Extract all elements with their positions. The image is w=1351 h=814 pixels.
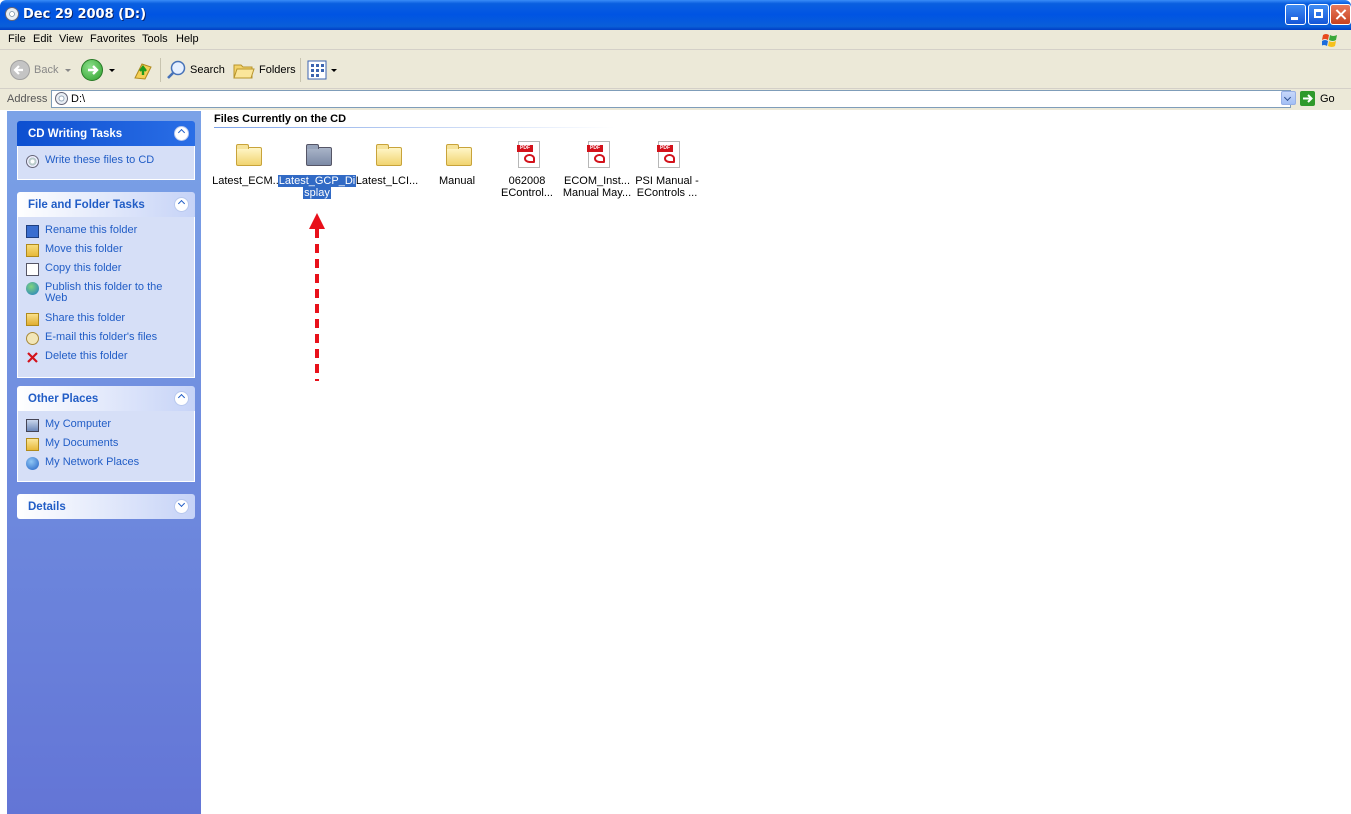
address-bar: Address D:\ Go	[0, 89, 1351, 110]
forward-dropdown-icon[interactable]	[109, 69, 115, 72]
panel-header[interactable]: Other Places	[17, 386, 195, 411]
menu-bar: File Edit View Favorites Tools Help	[0, 30, 1351, 50]
menu-favorites[interactable]: Favorites	[90, 33, 135, 45]
panel-title: File and Folder Tasks	[28, 199, 145, 211]
file-item-folder[interactable]: Manual	[422, 141, 492, 201]
group-header: Files Currently on the CD	[214, 113, 347, 125]
pdf-icon: PDF	[587, 141, 610, 168]
network-icon	[26, 457, 39, 470]
delete-x-icon	[27, 352, 38, 363]
back-dropdown-icon[interactable]	[65, 69, 71, 72]
group-divider	[214, 127, 614, 128]
computer-icon	[26, 419, 39, 432]
folders-icon[interactable]	[232, 59, 256, 81]
move-folder-icon	[26, 244, 39, 257]
search-icon[interactable]	[166, 59, 188, 81]
explorer-window: Dec 29 2008 (D:) File Edit View Favorite…	[0, 0, 1351, 814]
folders-button[interactable]: Folders	[259, 64, 296, 76]
panel-title: CD Writing Tasks	[28, 128, 123, 140]
forward-arrow-icon[interactable]	[81, 59, 103, 81]
back-arrow-icon[interactable]	[10, 60, 30, 80]
up-folder-icon[interactable]	[132, 59, 154, 81]
windows-logo-icon	[1322, 34, 1337, 47]
go-arrow-icon[interactable]	[1300, 91, 1315, 106]
menu-help[interactable]: Help	[176, 33, 199, 45]
title-bar[interactable]: Dec 29 2008 (D:)	[0, 0, 1351, 30]
folder-icon	[446, 144, 472, 166]
views-icon[interactable]	[306, 59, 328, 81]
cd-drive-icon	[55, 92, 68, 105]
share-folder-icon	[26, 313, 39, 326]
file-item-folder[interactable]: Latest_LCI...	[352, 141, 422, 201]
copy-icon	[26, 263, 39, 276]
file-list-pane[interactable]: Files Currently on the CD Latest_ECM... …	[207, 111, 1351, 814]
cd-drive-icon	[5, 7, 19, 21]
go-button[interactable]: Go	[1320, 93, 1335, 105]
file-item-pdf[interactable]: PDF 062008 EControl...	[492, 141, 562, 201]
address-label: Address	[7, 93, 48, 105]
maximize-button[interactable]	[1308, 4, 1329, 25]
panel-title: Other Places	[28, 393, 99, 405]
menu-edit[interactable]: Edit	[33, 33, 52, 45]
other-places-panel: Other Places My Computer My Documents My…	[17, 386, 195, 482]
collapse-chevron-icon[interactable]	[174, 391, 189, 406]
folder-icon	[376, 144, 402, 166]
expand-chevron-icon[interactable]	[174, 499, 189, 514]
panel-header[interactable]: Details	[17, 494, 195, 519]
collapse-chevron-icon[interactable]	[174, 197, 189, 212]
documents-folder-icon	[26, 438, 39, 451]
file-folder-tasks-panel: File and Folder Tasks Rename this folder…	[17, 192, 195, 378]
panel-body: My Computer My Documents My Network Plac…	[17, 411, 195, 482]
file-item-folder-selected[interactable]: Latest_GCP_Di splay	[277, 141, 357, 201]
menu-view[interactable]: View	[59, 33, 83, 45]
file-item-pdf[interactable]: PDF PSI Manual - EControls ...	[632, 141, 702, 201]
address-input[interactable]: D:\	[51, 90, 1291, 108]
window-title: Dec 29 2008 (D:)	[23, 7, 147, 22]
file-item-folder[interactable]: Latest_ECM...	[212, 141, 282, 201]
folder-icon	[236, 144, 262, 166]
panel-title: Details	[28, 501, 66, 513]
cd-writing-tasks-panel: CD Writing Tasks Write these files to CD	[17, 121, 195, 180]
address-value: D:\	[71, 93, 86, 105]
globe-icon	[26, 282, 39, 295]
toolbar-separator	[160, 58, 161, 82]
chevron-down-icon	[1283, 93, 1292, 102]
email-icon	[26, 332, 39, 345]
folder-icon	[306, 144, 332, 166]
file-item-pdf[interactable]: PDF ECOM_Inst... Manual May...	[562, 141, 632, 201]
annotation-arrow	[309, 213, 325, 381]
views-dropdown-icon[interactable]	[331, 69, 337, 72]
panel-body: Write these files to CD	[17, 146, 195, 180]
details-panel: Details	[17, 494, 195, 519]
pdf-icon: PDF	[657, 141, 680, 168]
pdf-icon: PDF	[517, 141, 540, 168]
menu-tools[interactable]: Tools	[142, 33, 168, 45]
minimize-button[interactable]	[1285, 4, 1306, 25]
collapse-chevron-icon[interactable]	[174, 126, 189, 141]
menu-file[interactable]: File	[8, 33, 26, 45]
back-label[interactable]: Back	[34, 64, 58, 76]
standard-toolbar: Back Search Folders	[0, 50, 1351, 89]
panel-body: Rename this folder Move this folder Copy…	[17, 217, 195, 378]
close-button[interactable]	[1330, 4, 1351, 25]
rename-icon	[26, 225, 39, 238]
cd-burn-icon	[26, 155, 39, 168]
panel-header[interactable]: CD Writing Tasks	[17, 121, 195, 146]
toolbar-separator	[300, 58, 301, 82]
task-pane: CD Writing Tasks Write these files to CD…	[7, 111, 201, 814]
search-button[interactable]: Search	[190, 64, 225, 76]
address-dropdown-button[interactable]	[1281, 91, 1296, 105]
panel-header[interactable]: File and Folder Tasks	[17, 192, 195, 217]
